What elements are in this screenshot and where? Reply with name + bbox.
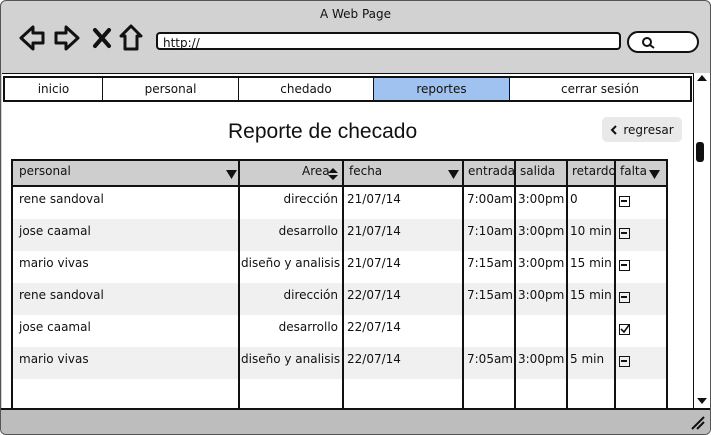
personal-cell: jose caamal bbox=[19, 224, 91, 238]
falta-checkbox[interactable] bbox=[619, 260, 630, 271]
falta-checkbox[interactable] bbox=[619, 292, 630, 303]
fecha-cell: 21/07/14 bbox=[347, 224, 401, 238]
area-column-header[interactable]: Area bbox=[299, 161, 331, 185]
table-row[interactable]: jose caamal desarrollo 22/07/14 bbox=[13, 315, 666, 347]
tab-inicio[interactable]: inicio bbox=[5, 78, 103, 100]
entrada-cell bbox=[464, 315, 514, 347]
dropdown-arrow-icon[interactable] bbox=[448, 170, 459, 179]
area-cell: dirección bbox=[283, 192, 338, 206]
retardo-cell: 10 min bbox=[570, 224, 612, 238]
fecha-cell: 21/07/14 bbox=[347, 192, 401, 206]
sort-icon[interactable] bbox=[328, 168, 338, 180]
personal-cell: mario vivas bbox=[19, 256, 89, 270]
personal-cell: rene sandoval bbox=[19, 192, 104, 206]
scroll-down-icon[interactable] bbox=[694, 396, 710, 406]
entrada-column-header[interactable]: entrada bbox=[465, 161, 517, 185]
salida-column-header[interactable]: salida bbox=[517, 161, 569, 185]
personal-cell: rene sandoval bbox=[19, 288, 104, 302]
search-icon bbox=[642, 37, 655, 49]
tab-cerrar-sesion[interactable]: cerrar sesión bbox=[510, 78, 690, 100]
window-title: A Web Page bbox=[319, 7, 392, 21]
attendance-table: personal Area fecha entrada salida retar… bbox=[11, 159, 668, 411]
salida-cell: 3:00pm bbox=[518, 192, 565, 206]
scroll-up-icon[interactable] bbox=[694, 73, 710, 83]
personal-cell: mario vivas bbox=[19, 352, 89, 366]
area-cell: desarrollo bbox=[278, 320, 338, 334]
fecha-column-header[interactable]: fecha bbox=[346, 161, 446, 185]
falta-column-header[interactable]: falta bbox=[617, 161, 649, 185]
home-icon[interactable] bbox=[119, 23, 143, 53]
column-divider bbox=[238, 161, 240, 409]
table-row[interactable]: jose caamal desarrollo 21/07/14 7:10am 3… bbox=[13, 219, 666, 251]
area-cell: diseño y analisis bbox=[241, 256, 341, 270]
page-title: Reporte de checado bbox=[228, 120, 418, 143]
area-cell: desarrollo bbox=[278, 224, 338, 238]
table-row[interactable]: rene sandoval dirección 21/07/14 7:00am … bbox=[13, 187, 666, 219]
table-row-empty bbox=[13, 379, 666, 409]
salida-cell: 3:00pm bbox=[518, 288, 565, 302]
retardo-column-header[interactable]: retardo bbox=[569, 161, 619, 185]
resize-grip-icon[interactable] bbox=[689, 414, 707, 432]
table-header: personal Area fecha entrada salida retar… bbox=[13, 161, 666, 187]
personal-column-header[interactable]: personal bbox=[16, 161, 240, 185]
dropdown-arrow-icon[interactable] bbox=[226, 170, 237, 179]
falta-checkbox-checked[interactable] bbox=[619, 324, 630, 335]
entrada-cell: 7:10am bbox=[467, 224, 513, 238]
falta-checkbox[interactable] bbox=[619, 356, 630, 367]
table-row[interactable]: mario vivas diseño y analisis 21/07/14 7… bbox=[13, 251, 666, 283]
salida-cell: 3:00pm bbox=[518, 224, 565, 238]
scroll-thumb[interactable] bbox=[696, 142, 704, 162]
entrada-cell: 7:15am bbox=[467, 256, 513, 270]
fecha-cell: 21/07/14 bbox=[347, 256, 401, 270]
window-footer bbox=[1, 408, 710, 434]
area-cell: dirección bbox=[283, 288, 338, 302]
fecha-cell: 22/07/14 bbox=[347, 352, 401, 366]
retardo-cell bbox=[567, 315, 619, 347]
area-cell: diseño y analisis bbox=[241, 352, 341, 366]
falta-checkbox[interactable] bbox=[619, 196, 630, 207]
back-button[interactable]: regresar bbox=[602, 117, 682, 142]
tab-reportes[interactable]: reportes bbox=[374, 78, 510, 100]
vertical-scrollbar[interactable] bbox=[693, 73, 710, 408]
salida-cell: 3:00pm bbox=[518, 352, 565, 366]
retardo-cell: 15 min bbox=[570, 256, 612, 270]
tab-chedado[interactable]: chedado bbox=[239, 78, 374, 100]
page-content: inicio personal chedado reportes cerrar … bbox=[2, 73, 693, 411]
table-row[interactable]: rene sandoval dirección 22/07/14 7:15am … bbox=[13, 283, 666, 315]
personal-cell: jose caamal bbox=[19, 320, 91, 334]
entrada-cell: 7:15am bbox=[467, 288, 513, 302]
fecha-cell: 22/07/14 bbox=[347, 320, 401, 334]
back-arrow-icon[interactable] bbox=[18, 23, 46, 53]
top-navigation: inicio personal chedado reportes cerrar … bbox=[3, 76, 692, 102]
retardo-cell: 5 min bbox=[570, 352, 605, 366]
browser-search-field[interactable] bbox=[627, 31, 699, 53]
tab-personal[interactable]: personal bbox=[103, 78, 239, 100]
address-bar[interactable]: http:// bbox=[156, 32, 621, 50]
back-button-label: regresar bbox=[623, 122, 674, 137]
chevron-left-icon bbox=[610, 124, 618, 135]
forward-arrow-icon[interactable] bbox=[53, 23, 81, 53]
column-divider bbox=[614, 161, 616, 409]
table-row[interactable]: mario vivas diseño y analisis 22/07/14 7… bbox=[13, 347, 666, 379]
dropdown-arrow-icon[interactable] bbox=[649, 170, 660, 179]
column-divider bbox=[342, 161, 344, 409]
fecha-cell: 22/07/14 bbox=[347, 288, 401, 302]
retardo-cell: 15 min bbox=[570, 288, 612, 302]
browser-window: A Web Page http:// inicio personal cheda… bbox=[0, 0, 711, 435]
retardo-cell: 0 bbox=[570, 192, 578, 206]
close-stop-icon[interactable] bbox=[92, 23, 112, 53]
column-divider bbox=[462, 161, 464, 409]
salida-cell bbox=[515, 315, 567, 347]
entrada-cell: 7:05am bbox=[467, 352, 513, 366]
column-divider bbox=[514, 161, 516, 409]
entrada-cell: 7:00am bbox=[467, 192, 513, 206]
salida-cell: 3:00pm bbox=[518, 256, 565, 270]
falta-checkbox[interactable] bbox=[619, 228, 630, 239]
column-divider bbox=[566, 161, 568, 409]
